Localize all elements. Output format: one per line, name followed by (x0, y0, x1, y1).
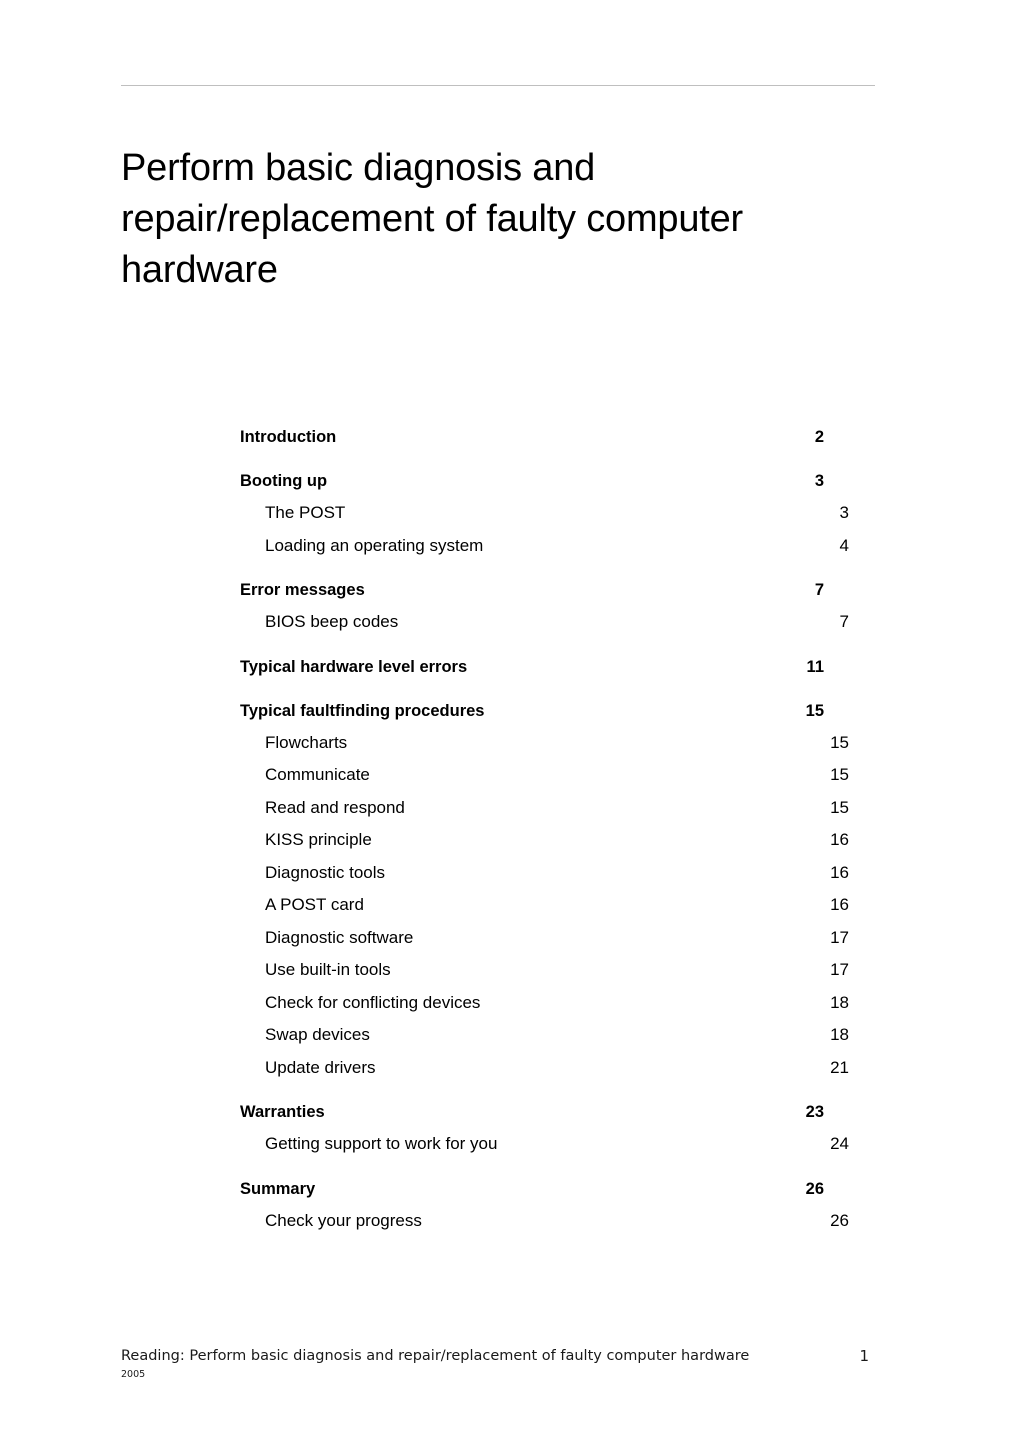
toc-entry-page-number: 2 (814, 428, 824, 446)
toc-entry-label: Check for conflicting devices (265, 992, 481, 1012)
toc-entry-label: Loading an operating system (265, 535, 484, 555)
toc-entry-page-number: 21 (830, 1057, 849, 1077)
toc-entry-page-number: 23 (805, 1103, 824, 1121)
footer-title: Reading: Perform basic diagnosis and rep… (121, 1348, 750, 1364)
toc-group: Error messages 7 BIOS beep codes 7 (240, 575, 849, 639)
toc-entry-page-number: 15 (805, 701, 824, 720)
toc-entry-page-number: 3 (839, 503, 849, 522)
toc-entry-label: Getting support to work for you (265, 1134, 498, 1153)
toc-entry-label: Communicate (265, 765, 370, 784)
toc-entry[interactable]: Typical hardware level errors 11 (240, 652, 824, 683)
toc-group: Warranties 23 Getting support to work for … (240, 1097, 849, 1161)
toc-entry-label: Summary (240, 1179, 316, 1198)
toc-entry[interactable]: Use built-in tools 17 (240, 954, 849, 987)
toc-group: Introduction 2 (240, 422, 824, 453)
toc-entry-label: Error messages (240, 581, 365, 599)
document-page: Perform basic diagnosis and repair/repla… (0, 0, 1020, 1443)
toc-entry-label: BIOS beep codes (265, 612, 399, 631)
toc-entry-label: The POST (265, 503, 346, 522)
toc-entry-page-number: 18 (830, 1025, 849, 1044)
toc-entry-page-number: 7 (814, 581, 824, 599)
toc-entry[interactable]: Introduction 2 (240, 422, 824, 453)
toc-entry-label: Check your progress (265, 1210, 422, 1230)
toc-entry[interactable]: BIOS beep codes 7 (240, 606, 849, 639)
toc-entry-label: Typical faultfinding procedures (240, 701, 485, 720)
toc-entry[interactable]: Summary 26 (240, 1174, 824, 1205)
toc-entry-page-number: 15 (830, 797, 849, 817)
toc-entry[interactable]: Read and respond 15 (240, 792, 849, 825)
toc-group: Typical hardware level errors 11 (240, 652, 824, 683)
toc-entry[interactable]: The POST 3 (240, 497, 849, 530)
toc-entry-page-number: 17 (830, 927, 849, 947)
toc-entry[interactable]: Warranties 23 (240, 1097, 824, 1128)
toc-entry-label: Read and respond (265, 797, 405, 817)
toc-entry-page-number: 24 (830, 1134, 849, 1153)
toc-entry-page-number: 11 (806, 657, 824, 676)
toc-group: Booting up 3 The POST 3 Loading an operating… (240, 466, 849, 562)
toc-group: Summary 26 Check your progress 26 (240, 1174, 849, 1238)
toc-entry-label: Swap devices (265, 1025, 370, 1044)
toc-entry-label: Diagnostic software (265, 927, 414, 947)
toc-entry-page-number: 15 (830, 732, 849, 752)
toc-entry[interactable]: Getting support to work for you 24 (240, 1128, 849, 1161)
toc-entry[interactable]: Communicate 15 (240, 759, 849, 792)
header-divider (121, 85, 875, 86)
toc-entry[interactable]: Typical faultfinding procedures 15 (240, 696, 824, 727)
toc-entry-label: Use built-in tools (265, 960, 391, 979)
toc-entry-label: Booting up (240, 472, 328, 490)
toc-entry-label: Warranties (240, 1103, 325, 1121)
toc-entry-page-number: 17 (830, 960, 849, 979)
toc-entry[interactable]: KISS principle 16 (240, 824, 849, 857)
toc-entry[interactable]: Update drivers 21 (240, 1052, 849, 1085)
toc-entry-page-number: 26 (805, 1179, 824, 1198)
toc-entry-label: A POST card (265, 895, 364, 914)
toc-entry-page-number: 4 (839, 535, 849, 555)
toc-entry-page-number: 15 (830, 765, 849, 784)
toc-entry-page-number: 7 (839, 612, 849, 631)
toc-entry-page-number: 26 (830, 1210, 849, 1230)
toc-entry-label: Flowcharts (265, 732, 348, 752)
toc-entry[interactable]: Loading an operating system 4 (240, 530, 849, 563)
toc-entry-page-number: 16 (830, 830, 849, 849)
footer-page-number: 1 (859, 1347, 869, 1365)
footer-year: 2005 (121, 1369, 146, 1380)
toc-entry[interactable]: Booting up 3 (240, 466, 824, 497)
toc-entry[interactable]: Check for conflicting devices 18 (240, 987, 849, 1020)
toc-entry-page-number: 18 (830, 992, 849, 1012)
toc-entry-label: KISS principle (265, 830, 372, 849)
toc-entry-label: Typical hardware level errors (240, 657, 468, 676)
toc-entry[interactable]: Diagnostic software 17 (240, 922, 849, 955)
toc-group: Typical faultfinding procedures 15 Flowcha… (240, 696, 849, 1085)
toc-entry[interactable]: Swap devices 18 (240, 1019, 849, 1052)
toc-entry[interactable]: A POST card 16 (240, 889, 849, 922)
page-title: Perform basic diagnosis and repair/repla… (121, 147, 744, 292)
page-footer: Reading: Perform basic diagnosis and rep… (121, 1346, 875, 1381)
toc-entry-label: Introduction (240, 428, 337, 446)
toc-entry-label: Update drivers (265, 1057, 376, 1077)
table-of-contents: Introduction 2 Booting up 3 The POST 3 Loading… (240, 422, 849, 1238)
toc-entry[interactable]: Error messages 7 (240, 575, 824, 606)
toc-entry-page-number: 16 (830, 895, 849, 914)
toc-entry-label: Diagnostic tools (265, 862, 386, 882)
toc-entry-page-number: 16 (830, 862, 849, 882)
toc-entry-page-number: 3 (814, 472, 824, 490)
toc-entry[interactable]: Flowcharts 15 (240, 727, 849, 760)
toc-entry[interactable]: Check your progress 26 (240, 1205, 849, 1238)
footer-title-line: Reading: Perform basic diagnosis and rep… (121, 1346, 875, 1366)
toc-entry[interactable]: Diagnostic tools 16 (240, 857, 849, 890)
